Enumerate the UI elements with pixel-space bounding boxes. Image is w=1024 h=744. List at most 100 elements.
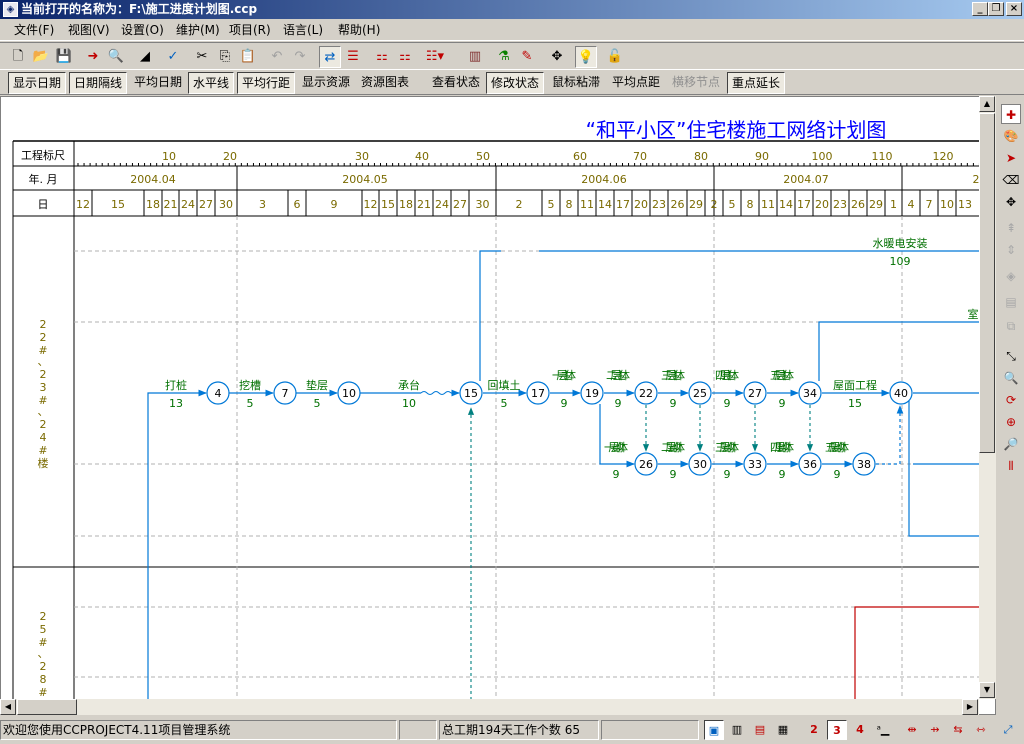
network-canvas[interactable]: “和平小区”住宅楼施工网络计划图 工程标尺 年. 月 日 10 20 30 40… (0, 96, 996, 715)
align-left-icon[interactable]: ⇹ (902, 720, 922, 740)
view-mode-2-icon[interactable]: ▥ (727, 720, 747, 740)
node-26[interactable]: 26 (634, 452, 658, 476)
lock-icon[interactable]: 🔓 (604, 46, 626, 68)
close-button[interactable]: × (1006, 2, 1022, 16)
zoom-in-icon[interactable]: 🔍 (1001, 368, 1021, 388)
node-align-icon[interactable]: ⚏ (394, 46, 416, 68)
vertical-scrollbar[interactable]: ▲ ▼ (979, 96, 996, 699)
node-33[interactable]: 33 (743, 452, 767, 476)
distribute-icon[interactable]: ⇆ (948, 720, 968, 740)
scroll-right-icon[interactable]: ▶ (962, 699, 978, 715)
node-34[interactable]: 34 (798, 381, 822, 405)
app-icon[interactable]: ◈ (3, 2, 18, 17)
view-mode-1-icon[interactable]: ▣ (704, 720, 724, 740)
average-point-spacing-button[interactable]: 平均点距 (608, 72, 664, 94)
menu-maintain[interactable]: 维护(M) (176, 22, 220, 38)
menu-language[interactable]: 语言(L) (283, 22, 323, 38)
color-palette-icon[interactable]: 🎨 (1001, 126, 1021, 146)
split-icon[interactable]: ⫴ (1001, 456, 1021, 476)
menu-project[interactable]: 项目(R) (229, 22, 271, 38)
view-mode-4-icon[interactable]: ▦ (773, 720, 793, 740)
horizontal-scrollbar[interactable]: ◀ ▶ (0, 699, 979, 715)
new-file-icon[interactable]: 🗋 (7, 46, 29, 68)
node-7[interactable]: 7 (273, 381, 297, 405)
refresh-icon[interactable]: ⟳ (1001, 390, 1021, 410)
paste-icon[interactable]: 📋 (237, 46, 259, 68)
align-right-icon[interactable]: ⇸ (925, 720, 945, 740)
stack-icon[interactable]: ▤ (1001, 292, 1021, 312)
node-38[interactable]: 38 (852, 452, 876, 476)
horizontal-scroll-thumb[interactable] (17, 699, 77, 715)
horizontal-line-button[interactable]: 水平线 (188, 72, 235, 94)
select-pointer-icon[interactable]: ➤ (1001, 148, 1021, 168)
node-30[interactable]: 30 (688, 452, 712, 476)
layout-dropdown-icon[interactable]: ☷▾ (424, 46, 446, 68)
check-icon[interactable]: ✓ (162, 46, 184, 68)
calculate-icon[interactable]: ⚗ (493, 46, 515, 68)
eraser-icon[interactable]: ⌫ (1001, 170, 1021, 190)
node-22[interactable]: 22 (634, 381, 658, 405)
node-4[interactable]: 4 (206, 381, 230, 405)
move-icon[interactable]: ✥ (546, 46, 568, 68)
spacing-icon[interactable]: ⇿ (971, 720, 991, 740)
node-17[interactable]: 17 (526, 381, 550, 405)
gantt-view-icon[interactable]: ☰ (342, 46, 364, 68)
search-zoom-icon[interactable]: 🔎 (1001, 434, 1021, 454)
show-resources-button[interactable]: 显示资源 (298, 72, 354, 94)
scroll-down-icon[interactable]: ▼ (979, 682, 995, 698)
target-icon[interactable]: ⊕ (1001, 412, 1021, 432)
resource-chart-button[interactable]: 资源图表 (357, 72, 413, 94)
print-preview-icon[interactable]: 🔍 (105, 46, 127, 68)
view-mode-3-icon[interactable]: ▤ (750, 720, 770, 740)
align-top-icon[interactable]: ⇞ (1001, 218, 1021, 238)
copy-stack-icon[interactable]: ⧉ (1001, 316, 1021, 336)
move-cross-icon[interactable]: ✥ (1001, 192, 1021, 212)
average-date-button[interactable]: 平均日期 (130, 72, 186, 94)
node-25[interactable]: 25 (688, 381, 712, 405)
network-view-icon[interactable]: ⇄ (319, 46, 341, 68)
mouse-sticky-button[interactable]: 鼠标粘滞 (548, 72, 604, 94)
copy-icon[interactable]: ⎘ (214, 46, 236, 68)
resources-icon[interactable]: ▥ (464, 46, 486, 68)
add-node-icon[interactable]: ✚ (1001, 104, 1021, 124)
key-extend-button[interactable]: 重点延长 (727, 72, 786, 94)
contrast-icon[interactable]: ◢ (134, 46, 156, 68)
menu-settings[interactable]: 设置(O) (121, 22, 164, 38)
level-2-button[interactable]: 2 (804, 720, 824, 740)
draw-line-icon[interactable]: ✎ (516, 46, 538, 68)
node-15[interactable]: 15 (459, 381, 483, 405)
level-3-button[interactable]: 3 (827, 720, 847, 740)
cut-icon[interactable]: ✂ (191, 46, 213, 68)
export-icon[interactable]: ➜ (82, 46, 104, 68)
edit-status-button[interactable]: 修改状态 (486, 72, 545, 94)
save-icon[interactable]: 💾 (53, 46, 75, 68)
menu-view[interactable]: 视图(V) (68, 22, 110, 38)
redo-icon[interactable]: ↷ (289, 46, 311, 68)
hint-bulb-icon[interactable]: 💡 (575, 46, 597, 68)
node-36[interactable]: 36 (798, 452, 822, 476)
node-10[interactable]: 10 (337, 381, 361, 405)
scroll-up-icon[interactable]: ▲ (979, 96, 995, 112)
node-27[interactable]: 27 (743, 381, 767, 405)
show-date-button[interactable]: 显示日期 (8, 72, 67, 94)
scroll-left-icon[interactable]: ◀ (0, 699, 16, 715)
zoom-area-icon[interactable]: ⤡ (1001, 346, 1021, 366)
align-middle-icon[interactable]: ⇕ (1001, 240, 1021, 260)
average-row-spacing-button[interactable]: 平均行距 (237, 72, 296, 94)
node-link-icon[interactable]: ⚏ (371, 46, 393, 68)
restore-button[interactable]: ❐ (988, 2, 1004, 16)
menu-file[interactable]: 文件(F) (14, 22, 54, 38)
node-19[interactable]: 19 (580, 381, 604, 405)
level-4-button[interactable]: 4 (850, 720, 870, 740)
fit-page-icon[interactable]: ⤢ (998, 720, 1018, 740)
menu-help[interactable]: 帮助(H) (338, 22, 380, 38)
date-gridline-button[interactable]: 日期隔线 (69, 72, 128, 94)
text-label-icon[interactable]: ᵃ▁ (873, 720, 893, 740)
tag-icon[interactable]: ◈ (1001, 266, 1021, 286)
undo-icon[interactable]: ↶ (266, 46, 288, 68)
vertical-scroll-thumb[interactable] (979, 113, 995, 453)
node-40[interactable]: 40 (889, 381, 913, 405)
open-folder-icon[interactable]: 📂 (30, 46, 52, 68)
view-status-button[interactable]: 查看状态 (428, 72, 484, 94)
shift-node-button[interactable]: 横移节点 (668, 72, 724, 94)
